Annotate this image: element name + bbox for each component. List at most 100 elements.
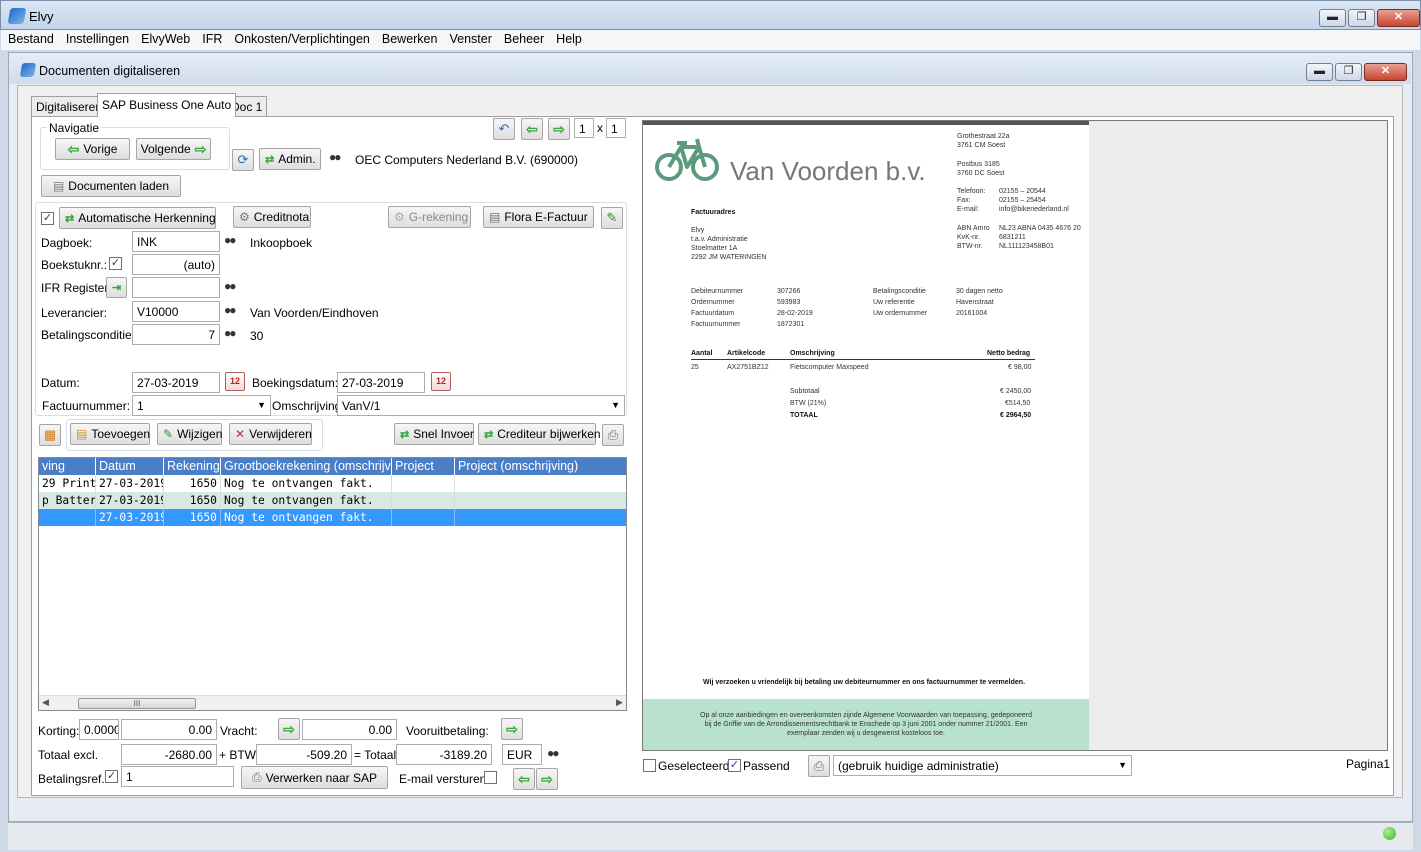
administratie-select[interactable]: (gebruik huidige administratie) ▼ [833, 755, 1132, 776]
korting-pct-input[interactable]: 0.0000 [79, 719, 119, 740]
betalingsconditie-input[interactable]: 7 [132, 324, 220, 345]
column-header[interactable]: Project [392, 458, 455, 475]
column-header[interactable]: Datum [96, 458, 164, 475]
auto-herkenning-button[interactable]: ⇄ Automatische Herkenning [59, 207, 216, 229]
email-versturen-checkbox[interactable] [484, 771, 497, 784]
invoice-contact-label: ABN Amro [957, 225, 990, 232]
company-name: OEC Computers Nederland B.V. (690000) [355, 153, 579, 167]
column-header[interactable]: Grootboekrekening (omschrijving) [221, 458, 392, 475]
columns-button[interactable]: ▦ [39, 424, 61, 446]
close-button[interactable]: ✕ [1377, 9, 1420, 27]
boekingsdatum-input[interactable]: 27-03-2019 [337, 372, 425, 393]
leverancier-lookup-binoculars-icon[interactable]: ●● [224, 303, 236, 317]
bottom-prev-button[interactable]: ⇦ [513, 768, 535, 790]
table-row-selected[interactable]: 27-03-2019 1650 Nog te ontvangen fakt. [39, 509, 626, 526]
cell: Nog te ontvangen fakt. [221, 509, 392, 526]
menu-beheer[interactable]: Beheer [497, 30, 549, 50]
ifr-register-input[interactable] [132, 277, 220, 298]
bottom-next-button[interactable]: ⇨ [536, 768, 558, 790]
betalingsconditie-lookup-binoculars-icon[interactable]: ●● [224, 326, 236, 340]
btw-value: -509.20 [256, 744, 352, 765]
menu-bestand[interactable]: Bestand [1, 30, 59, 50]
menu-help[interactable]: Help [549, 30, 587, 50]
menu-ifr[interactable]: IFR [195, 30, 227, 50]
vracht-apply-button[interactable]: ⇨ [278, 718, 300, 740]
table-row[interactable]: 29 Printer 27-03-2019 1650 Nog te ontvan… [39, 475, 626, 492]
dagboek-input[interactable]: INK [132, 231, 220, 252]
child-maximize-button[interactable]: ❐ [1335, 63, 1362, 81]
korting-amount-input[interactable]: 0.00 [121, 719, 217, 740]
arrow-right-icon: ⇨ [506, 720, 518, 737]
menu-venster[interactable]: Venster [442, 30, 496, 50]
maximize-button[interactable]: ❐ [1348, 9, 1375, 27]
documenten-laden-button[interactable]: ▤ Documenten laden [41, 175, 181, 197]
menu-onkosten[interactable]: Onkosten/Verplichtingen [227, 30, 375, 50]
factuurnummer-combo[interactable]: 1 ▼ [132, 395, 271, 416]
crediteur-bijwerken-button[interactable]: ⇄ Crediteur bijwerken [478, 423, 601, 445]
scroll-left-icon[interactable]: ◀ [42, 697, 49, 708]
g-rekening-button[interactable]: ⚙ G-rekening [388, 206, 471, 228]
tab-sap-business-one[interactable]: SAP Business One Auto [97, 93, 237, 117]
column-header[interactable]: ving [39, 458, 96, 475]
verwijderen-button[interactable]: ✕ Verwijderen [229, 423, 312, 445]
prev-button[interactable]: ⇦ Vorige [55, 138, 130, 160]
refresh-undo-button[interactable]: ↶ [493, 118, 515, 140]
next-button[interactable]: Volgende ⇨ [136, 138, 211, 160]
auto-herkenning-checkbox[interactable]: ✓ [41, 212, 54, 225]
scroll-thumb[interactable]: III [78, 698, 196, 709]
boekstuknr-input[interactable]: (auto) [132, 254, 220, 275]
leverancier-input[interactable]: V10000 [132, 301, 220, 322]
geselecteerd-checkbox[interactable] [643, 759, 656, 772]
datum-input[interactable]: 27-03-2019 [132, 372, 220, 393]
child-close-button[interactable]: ✕ [1364, 63, 1407, 81]
datum-calendar-icon[interactable]: 12 [225, 372, 245, 391]
menu-bewerken[interactable]: Bewerken [375, 30, 443, 50]
scroll-right-icon[interactable]: ▶ [616, 697, 623, 708]
leverancier-name: Van Voorden/Eindhoven [250, 306, 379, 320]
betalingsref-checkbox[interactable]: ✓ [105, 770, 118, 783]
menu-instellingen[interactable]: Instellingen [59, 30, 134, 50]
snel-invoer-button[interactable]: ⇄ Snel Invoer [394, 423, 474, 445]
toevoegen-button[interactable]: ▤ Toevoegen [70, 423, 150, 445]
ifr-lookup-binoculars-icon[interactable]: ●● [224, 279, 236, 293]
verwerken-naar-sap-button[interactable]: ⎙ Verwerken naar SAP [241, 766, 388, 789]
passend-checkbox[interactable]: ✓ [728, 759, 741, 772]
cell: 29 Printer [39, 475, 96, 492]
quick-entry-icon: ⇄ [400, 428, 410, 441]
edit-note-button[interactable]: ✎ [601, 207, 623, 229]
tab-digitaliseren[interactable]: Digitaliseren [31, 96, 108, 116]
boekstuknr-checkbox[interactable]: ✓ [109, 257, 122, 270]
binoculars-icon[interactable]: ●● [329, 150, 341, 164]
currency-lookup-binoculars-icon[interactable]: ●● [547, 746, 559, 760]
minimize-button[interactable]: ▬ [1319, 9, 1346, 27]
menu-elvyweb[interactable]: ElvyWeb [134, 30, 195, 50]
table-row[interactable]: p Batterie 27-03-2019 1650 Nog te ontvan… [39, 492, 626, 509]
column-header[interactable]: Project (omschrijving) [455, 458, 626, 475]
process-icon: ⎙ [251, 770, 262, 784]
page-input[interactable]: 1 [574, 118, 594, 138]
cell [455, 492, 626, 509]
betalingsconditie-days: 30 [250, 329, 264, 343]
invoice-company-name: Van Voorden b.v. [730, 156, 926, 186]
print-button[interactable]: ⎙ [602, 424, 624, 446]
dagboek-lookup-binoculars-icon[interactable]: ●● [224, 233, 236, 247]
horizontal-scrollbar[interactable]: ◀ III ▶ [39, 695, 626, 710]
viewer-action-button[interactable]: ⎙ [808, 755, 830, 777]
child-minimize-button[interactable]: ▬ [1306, 63, 1333, 81]
currency-input[interactable]: EUR [502, 744, 542, 765]
page-next-button[interactable]: ⇨ [548, 118, 570, 140]
betalingsref-input[interactable]: 1 [121, 766, 234, 787]
ifr-register-button[interactable]: ⇥ [106, 277, 127, 298]
wijzigen-button[interactable]: ✎ Wijzigen [157, 423, 222, 445]
omschrijving-combo[interactable]: VanV/1 ▼ [337, 395, 625, 416]
page-prev-button[interactable]: ⇦ [521, 118, 543, 140]
journal-lines-grid[interactable]: ving Datum Rekening Grootboekrekening (o… [38, 457, 627, 711]
admin-button[interactable]: ⇄ Admin. [259, 148, 321, 170]
sync-button[interactable]: ⟳ [232, 149, 254, 171]
column-header[interactable]: Rekening [164, 458, 221, 475]
vooruitbetaling-apply-button[interactable]: ⇨ [501, 718, 523, 740]
creditnota-button[interactable]: ⚙ Creditnota [233, 206, 311, 228]
boekingsdatum-calendar-icon[interactable]: 12 [431, 372, 451, 391]
flora-efactuur-button[interactable]: ▤ Flora E-Factuur [483, 206, 594, 228]
vracht-amount-input[interactable]: 0.00 [302, 719, 397, 740]
